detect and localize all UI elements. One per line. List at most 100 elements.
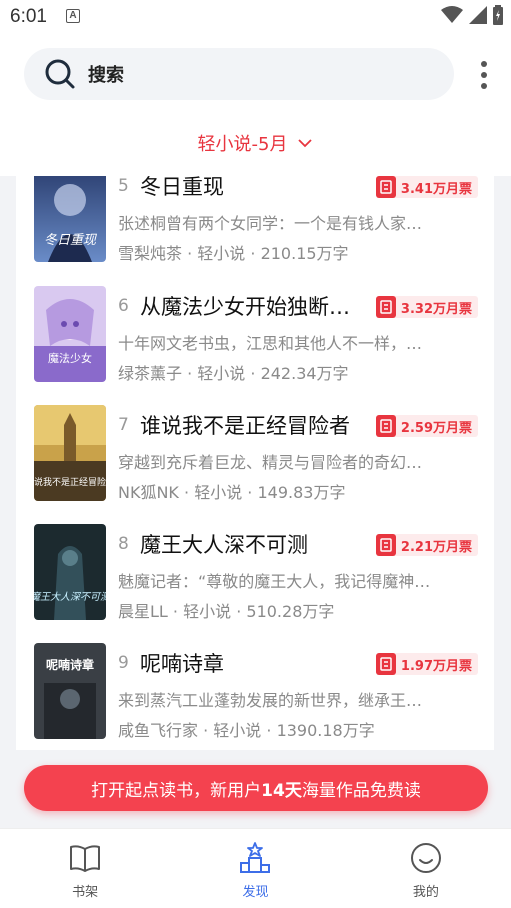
monthly-ticket-badge: 3.41万月票 [375,176,478,198]
tab-discover[interactable]: 发现 [170,829,340,908]
cover-title: 魔王大人深不可测 [34,591,106,603]
book-words: 1390.18万字 [276,721,375,740]
notification-icon: A [66,9,80,23]
book-author: 咸鱼飞行家 [118,721,199,740]
votes-label: 2.59万月票 [400,420,472,436]
ticket-icon [375,296,396,318]
book-cover: 呢喃诗章 [34,643,106,739]
cta-suffix: 海量作品免费读 [301,780,421,801]
category-filter[interactable]: 轻小说-5月 [0,130,511,156]
book-desc: 十年网文老书虫，江思和其他人不一样，… [118,334,423,353]
meta-separator: · [198,721,214,740]
book-category: 轻小说 [194,483,243,502]
search-bar[interactable]: 搜索 [24,48,454,100]
ticket-icon [375,415,396,437]
book-category: 轻小说 [183,602,232,621]
book-category: 轻小说 [213,721,262,740]
meta-separator: · [178,483,195,502]
meta-separator: · [245,364,261,383]
book-item[interactable]: 魔法少女 6 从魔法少女开始独断… 3.32万月票 十年网文老书虫，江思和其他人… [16,286,494,404]
ticket-icon [375,653,396,675]
book-meta: 咸鱼飞行家 · 轻小说 · 1390.18万字 [118,717,375,741]
book-rank: 6 [118,296,129,316]
book-rank: 9 [118,653,129,673]
book-meta: 绿茶薰子 · 轻小说 · 242.34万字 [118,360,349,384]
cover-title: 魔法少女 [48,351,92,365]
chevron-down-icon [298,139,313,148]
header: 搜索 轻小说-5月 [0,34,511,176]
tab-label: 我的 [412,885,439,900]
book-words: 210.15万字 [260,244,349,263]
book-title: 从魔法少女开始独断… [140,295,350,319]
bottom-tab-bar: 书架 发现 我的 [0,828,511,908]
meta-separator: · [261,721,277,740]
book-words: 242.34万字 [260,364,349,383]
meta-separator: · [182,244,198,263]
votes-label: 3.32万月票 [400,301,472,317]
book-cover: 魔法少女 [34,286,106,382]
votes-label: 3.41万月票 [400,181,472,197]
book-title: 魔王大人深不可测 [140,533,308,557]
book-rank: 5 [118,176,129,196]
book-meta: NK狐NK · 轻小说 · 149.83万字 [118,479,345,503]
ticket-icon [375,534,396,556]
book-list: 冬日重现 5 冬日重现 3.41万月票 张述桐曾有两个女同学：一个是有钱人家… … [16,176,494,750]
book-author: 绿茶薰子 [118,364,183,383]
meta-separator: · [245,244,261,263]
book-meta: 雪梨炖茶 · 轻小说 · 210.15万字 [118,240,349,264]
book-title: 冬日重现 [140,176,224,199]
book-item[interactable]: 冬日重现 5 冬日重现 3.41万月票 张述桐曾有两个女同学：一个是有钱人家… … [16,176,494,284]
votes-label: 1.97万月票 [400,658,472,674]
monthly-ticket-badge: 1.97万月票 [375,653,478,675]
book-icon [70,845,101,872]
wifi-icon [441,6,463,23]
cta-highlight: 14天 [261,780,302,801]
book-item[interactable]: 谁说我不是正经冒险者 7 谁说我不是正经冒险者 2.59万月票 穿越到充斥着巨龙… [16,405,494,523]
monthly-ticket-badge: 2.59万月票 [375,415,478,437]
tab-profile[interactable]: 我的 [341,829,511,908]
book-meta: 晨星LL · 轻小说 · 510.28万字 [118,598,334,622]
book-desc: 魅魔记者：“尊敬的魔王大人，我记得魔神… [118,572,431,591]
book-item[interactable]: 呢喃诗章 9 呢喃诗章 1.97万月票 来到蒸汽工业蓬勃发展的新世界，继承王… … [16,643,494,750]
discover-icon [240,842,271,873]
status-time: 6:01 [10,6,47,27]
meta-separator: · [231,602,247,621]
book-cover: 冬日重现 [34,176,106,262]
book-cover: 魔王大人深不可测 [34,524,106,620]
book-author: NK狐NK [118,483,179,502]
cover-title: 冬日重现 [44,233,98,248]
book-category: 轻小说 [197,244,246,263]
status-icons [441,5,503,25]
votes-label: 2.21万月票 [400,539,472,555]
book-words: 510.28万字 [246,602,335,621]
book-rank: 8 [118,534,129,554]
book-rank: 7 [118,415,129,435]
more-icon[interactable] [479,60,489,90]
book-desc: 来到蒸汽工业蓬勃发展的新世界，继承王… [118,691,423,710]
book-desc: 张述桐曾有两个女同学：一个是有钱人家… [118,214,423,233]
book-words: 149.83万字 [257,483,346,502]
book-author: 晨星LL [118,602,168,621]
book-title: 呢喃诗章 [140,652,224,676]
book-cover: 谁说我不是正经冒险者 [34,405,106,501]
book-desc: 穿越到充斥着巨龙、精灵与冒险者的奇幻… [118,453,423,472]
smile-icon [410,843,441,873]
open-app-button[interactable]: 打开起点读书，新用户 14天 海量作品免费读 [24,765,488,811]
book-author: 雪梨炖茶 [118,244,183,263]
tab-label: 发现 [242,885,269,900]
search-icon [45,59,75,89]
status-bar: 6:01 A [0,0,511,34]
monthly-ticket-badge: 3.32万月票 [375,296,478,318]
battery-icon [493,5,503,25]
cover-title: 呢喃诗章 [46,657,94,672]
filter-label: 轻小说-5月 [197,134,288,155]
tab-bookshelf[interactable]: 书架 [0,829,170,908]
book-item[interactable]: 魔王大人深不可测 8 魔王大人深不可测 2.21万月票 魅魔记者：“尊敬的魔王大… [16,524,494,642]
book-title: 谁说我不是正经冒险者 [140,414,350,438]
search-label: 搜索 [88,65,124,86]
signal-icon [469,6,487,24]
meta-separator: · [182,364,198,383]
meta-separator: · [242,483,258,502]
monthly-ticket-badge: 2.21万月票 [375,534,478,556]
meta-separator: · [167,602,184,621]
